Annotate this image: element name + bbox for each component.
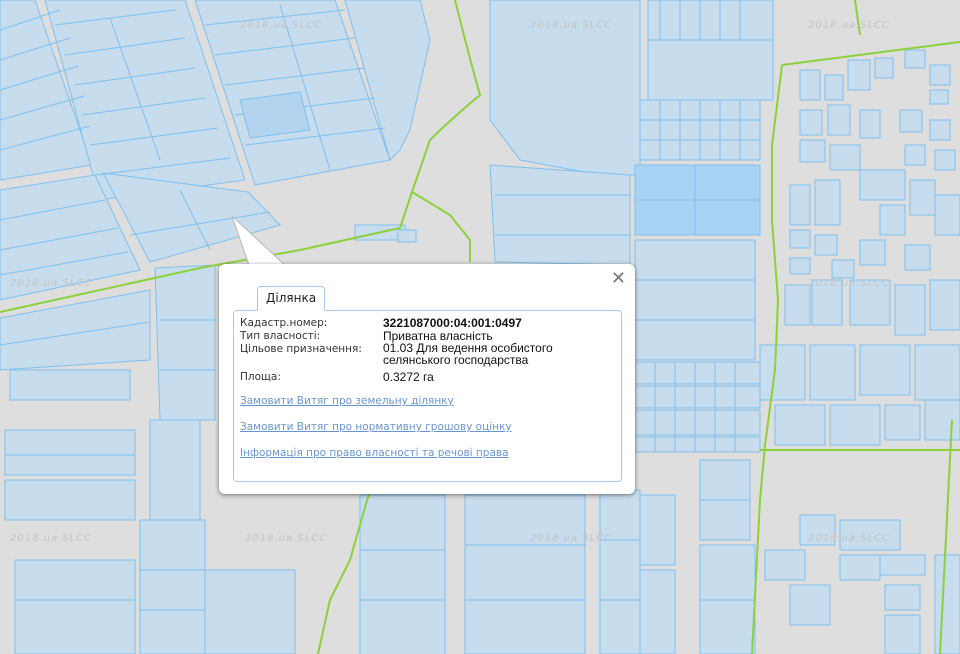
cadastral-value: 3221087000:04:001:0497	[383, 316, 522, 330]
watermark: 2018.ua.SLCC	[530, 533, 613, 544]
watermark: 2018.ua.SLCC	[10, 278, 93, 289]
parcel-details-panel: Кадастр.номер: 3221087000:04:001:0497 Ти…	[233, 310, 622, 482]
watermark: 2018.ua.SLCC	[808, 278, 891, 289]
area-label: Площа:	[240, 371, 281, 383]
purpose-label: Цільове призначення:	[240, 343, 362, 355]
watermark: 2018.ua.SLCC	[808, 20, 891, 31]
close-icon[interactable]: ✕	[611, 269, 626, 287]
parcel-info-popup: ✕ Ділянка Кадастр.номер: 3221087000:04:0…	[219, 264, 635, 494]
watermark: 2018.ua.SLCC	[240, 20, 323, 31]
popup-pointer	[231, 215, 290, 269]
parcel-highlight-nw[interactable]	[239, 91, 311, 139]
watermark: 2018.ua.SLCC	[245, 533, 328, 544]
parcel-block-center-strip[interactable]	[634, 361, 761, 453]
watermark: 2018.ua.SLCC	[530, 20, 613, 31]
watermark: 2018.ua.SLCC	[808, 533, 891, 544]
order-land-extract-link[interactable]: Замовити Витяг про земельну ділянку	[240, 395, 512, 407]
popup-links: Замовити Витяг про земельну ділянку Замо…	[240, 395, 512, 473]
tab-parcel[interactable]: Ділянка	[257, 286, 326, 311]
ownership-label: Тип власності:	[240, 330, 321, 342]
ownership-info-link[interactable]: Інформація про право власності та речові…	[240, 447, 512, 459]
watermark: 2018.ua.SLCC	[10, 533, 93, 544]
purpose-value: 01.03 Для ведення особистого селянського…	[383, 341, 553, 367]
cadastral-label: Кадастр.номер:	[240, 317, 328, 329]
order-valuation-extract-link[interactable]: Замовити Витяг про нормативну грошову оц…	[240, 421, 512, 433]
area-value: 0.3272 га	[383, 370, 434, 384]
